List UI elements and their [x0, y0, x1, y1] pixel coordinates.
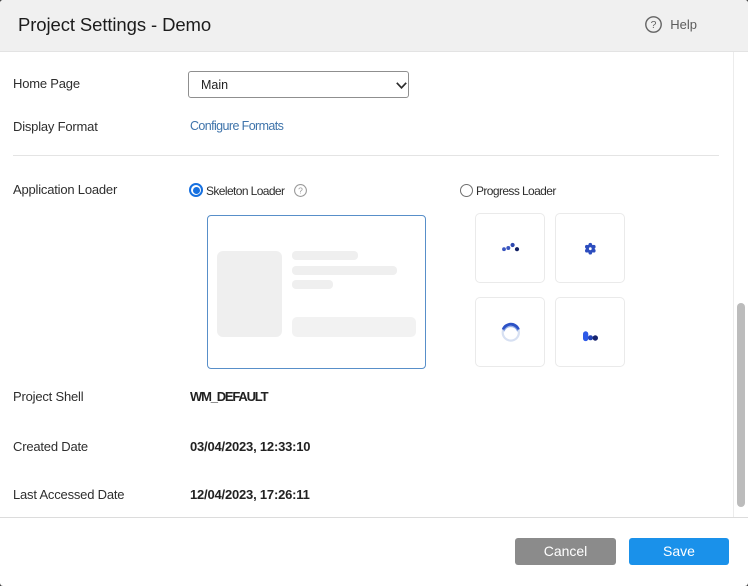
svg-text:?: ? — [651, 19, 657, 31]
svg-text:?: ? — [298, 185, 303, 195]
